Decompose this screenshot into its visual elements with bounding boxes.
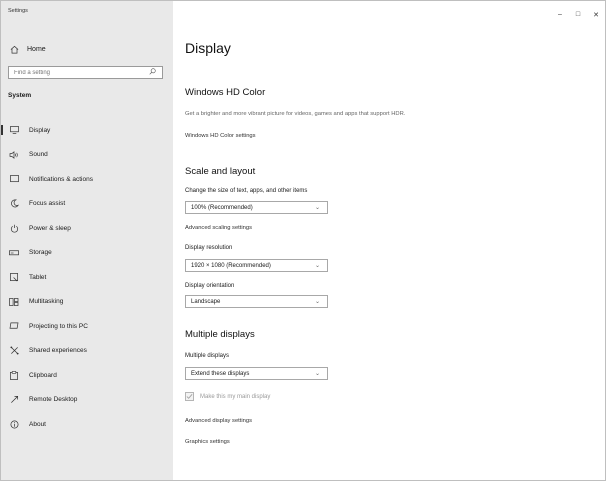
sidebar-item-label: Display (29, 126, 51, 134)
sidebar-item-label: Focus assist (29, 200, 66, 208)
remote-desktop-icon (8, 395, 20, 405)
sidebar-item-label: Storage (29, 249, 52, 257)
home-icon (7, 45, 21, 54)
sidebar-item-clipboard[interactable]: Clipboard (1, 363, 173, 388)
multiple-displays-dropdown[interactable]: Extend these displays ⌄ (185, 367, 328, 380)
chevron-down-icon: ⌄ (314, 371, 320, 377)
main-display-checkbox-row: Make this my main display (185, 392, 270, 401)
sidebar-item-label: Multitasking (29, 298, 64, 306)
display-icon (8, 125, 20, 135)
sidebar-item-shared-experiences[interactable]: Shared experiences (1, 339, 173, 364)
scale-dropdown[interactable]: 100% (Recommended) ⌄ (185, 201, 328, 214)
orientation-dropdown[interactable]: Landscape ⌄ (185, 295, 328, 308)
sidebar-item-display[interactable]: Display (1, 118, 173, 143)
sidebar-item-label: Projecting to this PC (29, 322, 88, 330)
sidebar-item-label: Home (27, 45, 46, 53)
sidebar-item-remote-desktop[interactable]: Remote Desktop (1, 388, 173, 413)
page-title: Display (185, 40, 231, 56)
power-icon (8, 223, 20, 233)
hd-color-heading: Windows HD Color (185, 87, 266, 98)
sidebar-item-label: Remote Desktop (29, 396, 78, 404)
sidebar-item-focus-assist[interactable]: Focus assist (1, 192, 173, 217)
tablet-icon (8, 272, 20, 282)
sidebar-item-label: About (29, 420, 46, 428)
app-title: Settings (8, 8, 28, 14)
multiple-displays-dropdown-value: Extend these displays (191, 370, 250, 377)
multiple-displays-heading: Multiple displays (185, 329, 255, 340)
section-label-system: System (8, 92, 32, 99)
shared-experiences-icon (8, 346, 20, 356)
scale-layout-heading: Scale and layout (185, 166, 256, 177)
advanced-display-settings-link[interactable]: Advanced display settings (185, 418, 252, 424)
search-input[interactable] (14, 69, 134, 76)
main-content: Display Windows HD Color Get a brighter … (185, 1, 605, 480)
graphics-settings-link[interactable]: Graphics settings (185, 439, 230, 445)
sidebar-item-storage[interactable]: Storage (1, 241, 173, 266)
sidebar-item-multitasking[interactable]: Multitasking (1, 290, 173, 315)
sidebar-item-sound[interactable]: Sound (1, 143, 173, 168)
main-display-checkbox-label: Make this my main display (200, 393, 271, 400)
sidebar: Settings Home System Display (1, 1, 173, 480)
sidebar-item-label: Tablet (29, 273, 47, 281)
multitasking-icon (8, 297, 20, 307)
resolution-label: Display resolution (185, 245, 233, 251)
sidebar-item-home[interactable]: Home (7, 43, 46, 55)
info-icon (8, 419, 20, 429)
sidebar-item-label: Clipboard (29, 371, 57, 379)
chevron-down-icon: ⌄ (314, 263, 320, 269)
advanced-scaling-link[interactable]: Advanced scaling settings (185, 225, 252, 231)
projecting-icon (8, 321, 20, 331)
hd-color-description: Get a brighter and more vibrant picture … (185, 111, 406, 117)
main-display-checkbox[interactable] (185, 392, 194, 401)
sidebar-item-notifications[interactable]: Notifications & actions (1, 167, 173, 192)
sidebar-item-label: Sound (29, 151, 48, 159)
notifications-icon (8, 174, 20, 184)
chevron-down-icon: ⌄ (314, 205, 320, 211)
sidebar-item-power-sleep[interactable]: Power & sleep (1, 216, 173, 241)
scale-dropdown-value: 100% (Recommended) (191, 204, 253, 211)
orientation-label: Display orientation (185, 283, 235, 289)
search-icon[interactable] (149, 68, 156, 77)
search-box[interactable] (8, 66, 163, 79)
sidebar-item-label: Notifications & actions (29, 175, 93, 183)
moon-icon (8, 199, 20, 209)
storage-icon (8, 248, 20, 258)
text-size-label: Change the size of text, apps, and other… (185, 188, 308, 194)
sidebar-item-label: Power & sleep (29, 224, 71, 232)
sidebar-item-label: Shared experiences (29, 347, 87, 355)
hd-color-settings-link[interactable]: Windows HD Color settings (185, 133, 256, 139)
sidebar-item-projecting[interactable]: Projecting to this PC (1, 314, 173, 339)
orientation-dropdown-value: Landscape (191, 298, 221, 305)
resolution-dropdown[interactable]: 1920 × 1080 (Recommended) ⌄ (185, 259, 328, 272)
settings-window: Settings Home System Display (0, 0, 606, 481)
sidebar-item-about[interactable]: About (1, 412, 173, 437)
multiple-displays-label: Multiple displays (185, 353, 230, 359)
resolution-dropdown-value: 1920 × 1080 (Recommended) (191, 262, 271, 269)
clipboard-icon (8, 370, 20, 380)
sound-icon (8, 150, 20, 160)
sidebar-nav: Display Sound Notifications & actions Fo… (1, 118, 173, 437)
chevron-down-icon: ⌄ (314, 299, 320, 305)
sidebar-item-tablet[interactable]: Tablet (1, 265, 173, 290)
